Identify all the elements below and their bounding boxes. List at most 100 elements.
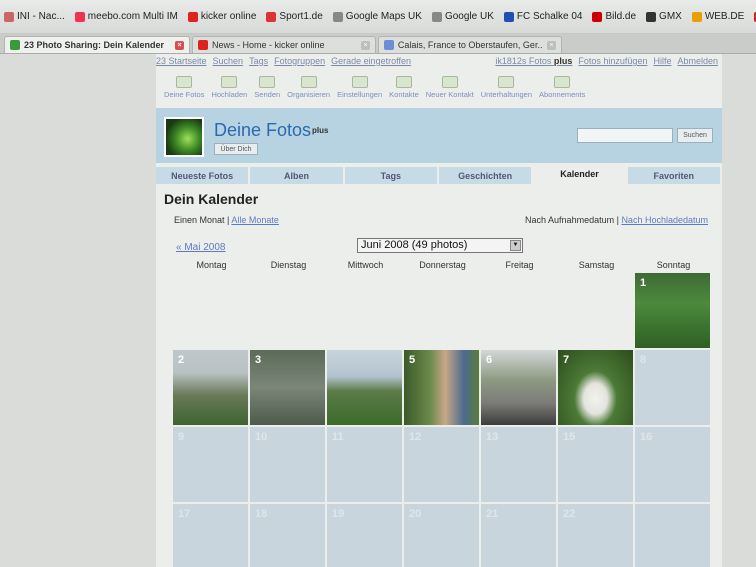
about-button[interactable]: Über Dich [214, 143, 258, 155]
calendar-day[interactable]: 3 [250, 350, 325, 425]
browser-tab-label: Calais, France to Oberstaufen, Ger... [397, 40, 544, 50]
browser-tab-bar: 23 Photo Sharing: Dein Kalender × News - H… [0, 34, 756, 54]
month-select[interactable]: Juni 2008 (49 photos) ▼ [357, 238, 523, 253]
day-number: 1 [640, 277, 647, 289]
calendar-day[interactable]: 7 [558, 350, 633, 425]
month-toggle: Einen Monat | Alle Monate [174, 215, 279, 225]
bookmark-item[interactable]: FC Schalke 04 [503, 11, 582, 22]
icon-nav-item[interactable]: Organisieren [285, 76, 332, 108]
bookmark-label: INI - Nac... [17, 11, 65, 22]
calendar-title: Dein Kalender [164, 191, 259, 207]
bookmark-item[interactable]: Google UK [431, 11, 494, 22]
day-photo[interactable] [173, 350, 248, 425]
browser-tab[interactable]: News - Home - kicker online × [192, 36, 376, 53]
calendar-day[interactable] [635, 504, 710, 567]
calendar-day[interactable]: 11 [327, 427, 402, 502]
top-nav-link[interactable]: 23 Startseite [156, 56, 207, 66]
user-photos-link[interactable]: ik1812s Fotos plus [495, 56, 572, 66]
day-photo[interactable] [635, 273, 710, 348]
day-photo[interactable] [558, 350, 633, 425]
bookmark-label: Google UK [444, 11, 494, 22]
icon-nav-item[interactable]: Unterhaltungen [479, 76, 534, 108]
calendar-day[interactable]: 6 [481, 350, 556, 425]
tab-tags[interactable]: Tags [344, 167, 437, 184]
tab-neueste-fotos[interactable]: Neueste Fotos [156, 167, 249, 184]
browser-tab[interactable]: 23 Photo Sharing: Dein Kalender × [4, 36, 190, 53]
calendar-blank-cell [173, 273, 248, 348]
bookmark-item[interactable]: kicker online [187, 11, 256, 22]
bookmark-item[interactable]: Bild.de [592, 11, 636, 22]
day-photo[interactable] [250, 350, 325, 425]
icon-nav-item[interactable]: Neuer Kontakt [424, 76, 476, 108]
calendar-day[interactable]: 15 [558, 427, 633, 502]
bookmark-item[interactable]: INI - Nac... [4, 11, 65, 22]
calendar-day[interactable]: 1 [635, 273, 710, 348]
top-nav-link[interactable]: Hilfe [653, 56, 671, 66]
profile-header: Deine Fotos plus Über Dich Suchen [156, 108, 722, 163]
tab-kalender[interactable]: Kalender [533, 165, 626, 183]
calendar-blank-cell [404, 273, 479, 348]
icon-nav-item[interactable]: Kontakte [387, 76, 421, 108]
calendar-day[interactable]: 22 [558, 504, 633, 567]
day-number: 20 [409, 508, 422, 520]
icon-nav-item[interactable]: Einstellungen [335, 76, 384, 108]
tab-geschichten[interactable]: Geschichten [438, 167, 532, 184]
top-nav-link[interactable]: Suchen [213, 56, 244, 66]
day-number: 10 [255, 431, 268, 443]
bookmark-item[interactable]: meebo.com Multi IM [74, 11, 178, 22]
calendar-day[interactable]: 13 [481, 427, 556, 502]
nav-icon [221, 76, 238, 88]
day-number: 17 [178, 508, 191, 520]
icon-nav-label: Einstellungen [337, 90, 383, 99]
tab-alben[interactable]: Alben [250, 167, 343, 184]
bookmark-item[interactable]: Sport1.de [266, 11, 323, 22]
page-icon [384, 40, 394, 50]
icon-nav-item[interactable]: Senden [252, 76, 282, 108]
top-nav-link[interactable]: Fotogruppen [274, 56, 325, 66]
day-photo[interactable] [327, 350, 402, 425]
chevron-down-icon[interactable]: ▼ [510, 240, 521, 251]
calendar-day[interactable]: 20 [404, 504, 479, 567]
calendar-day[interactable]: 21 [481, 504, 556, 567]
icon-nav-item[interactable]: Hochladen [209, 76, 249, 108]
icon-nav-label: Abonnements [539, 90, 586, 99]
browser-tab[interactable]: Calais, France to Oberstaufen, Ger... × [378, 36, 562, 53]
day-photo[interactable] [481, 350, 556, 425]
close-icon[interactable]: × [361, 40, 370, 50]
top-nav-link[interactable]: Abmelden [677, 56, 718, 66]
tab-favoriten[interactable]: Favoriten [627, 167, 720, 184]
upload-date-link[interactable]: Nach Hochladedatum [621, 215, 708, 225]
calendar-day[interactable]: 16 [635, 427, 710, 502]
top-nav-link[interactable]: Fotos hinzufügen [578, 56, 647, 66]
bookmark-item[interactable]: GMX [646, 11, 682, 22]
calendar-day[interactable]: 10 [250, 427, 325, 502]
calendar-day[interactable]: 8 [635, 350, 710, 425]
top-nav-link[interactable]: Gerade eingetroffen [331, 56, 411, 66]
calendar-day[interactable] [327, 350, 402, 425]
browser-tab-label: News - Home - kicker online [212, 40, 325, 50]
day-photo[interactable] [404, 350, 479, 425]
calendar-day[interactable]: 5 [404, 350, 479, 425]
search-input[interactable] [577, 128, 673, 143]
bookmark-item[interactable]: Google Maps UK [332, 11, 422, 22]
close-icon[interactable]: × [547, 40, 556, 50]
close-icon[interactable]: × [175, 40, 184, 50]
bookmark-item[interactable]: WEB.DE [691, 11, 744, 22]
calendar-day[interactable]: 17 [173, 504, 248, 567]
all-months-link[interactable]: Alle Monate [231, 215, 279, 225]
icon-nav-item[interactable]: Deine Fotos [162, 76, 206, 108]
day-number: 6 [486, 354, 493, 366]
calendar-day[interactable]: 12 [404, 427, 479, 502]
icon-nav-item[interactable]: Abonnements [537, 76, 587, 108]
search-button[interactable]: Suchen [677, 128, 713, 143]
avatar[interactable] [164, 117, 204, 157]
icon-nav-label: Senden [254, 90, 281, 99]
calendar-day[interactable]: 19 [327, 504, 402, 567]
calendar-day[interactable]: 9 [173, 427, 248, 502]
top-nav-link[interactable]: Tags [249, 56, 268, 66]
prev-month-link[interactable]: « Mai 2008 [176, 242, 225, 253]
nav-icon [554, 76, 571, 88]
bookmark-label: GMX [659, 11, 682, 22]
calendar-day[interactable]: 2 [173, 350, 248, 425]
calendar-day[interactable]: 18 [250, 504, 325, 567]
